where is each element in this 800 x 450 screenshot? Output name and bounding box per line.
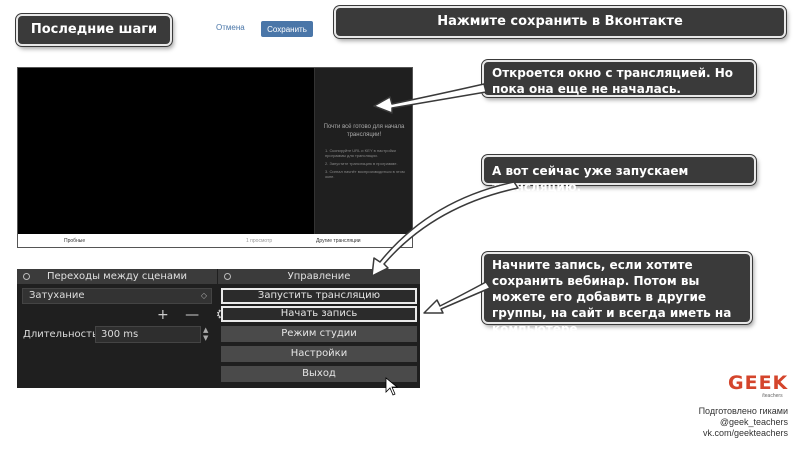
geek-logo: GEEK (728, 372, 789, 394)
vk-broadcast-window: Почти всё готово для начала трансляции! … (17, 67, 413, 248)
footer-left-link[interactable]: Пробные (64, 238, 85, 244)
step-1: 1. Скопируйте URL и KEY в настройки прог… (325, 148, 396, 158)
cancel-button[interactable]: Отмена (216, 23, 245, 32)
top-instruction: Нажмите сохранить в Вконтакте (334, 6, 786, 38)
step-2: 2. Запустите трансляцию в программе. (325, 161, 398, 166)
geek-logo-sub: /teachers (762, 393, 783, 399)
credits-line: @geek_teachers (719, 417, 788, 427)
transitions-header-label: Переходы между сценами (46, 271, 188, 282)
obs-panel: Переходы между сценами Управление Затуха… (17, 269, 420, 388)
controls-header-label: Управление (287, 271, 351, 282)
duration-input[interactable]: 300 ms (95, 326, 201, 343)
view-count: 1 просмотр (246, 238, 273, 244)
panel-title: Почти всё готово для начала трансляции! (323, 124, 405, 138)
transition-select[interactable]: Затухание ◇ (22, 288, 212, 304)
broadcast-footer: Пробные 1 просмотр Другие трансляции (18, 234, 412, 247)
step-3: 3. Сигнал начнёт воспроизводиться в этом… (325, 169, 405, 179)
broadcast-info-panel: Почти всё готово для начала трансляции! … (314, 68, 412, 236)
duration-stepper-icon[interactable]: ▲ ▼ (203, 326, 208, 342)
credits-line: Подготовлено гиками (698, 406, 788, 416)
dock-icon[interactable] (23, 273, 30, 280)
callout-start-stream: А вот сейчас уже запускаем трансляцию. (482, 155, 756, 194)
start-record-button[interactable]: Начать запись (221, 306, 417, 322)
start-stream-button[interactable]: Запустить трансляцию (221, 288, 417, 304)
studio-mode-button[interactable]: Режим студии (221, 326, 417, 342)
credits-line: vk.com/geekteachers (702, 428, 788, 438)
arrow-to-start-record (423, 281, 491, 314)
duration-label: Длительность (23, 329, 98, 340)
vk-dialog-buttons: Отмена Сохранить (196, 14, 320, 44)
settings-button[interactable]: Настройки (221, 346, 417, 362)
select-arrows-icon: ◇ (200, 291, 207, 300)
credits: Подготовлено гиками @geek_teachers vk.co… (699, 406, 788, 439)
slide-title: Последние шаги (16, 14, 172, 46)
controls-header: Управление (218, 269, 420, 284)
transitions-header: Переходы между сценами (17, 269, 217, 284)
dock-icon[interactable] (224, 273, 231, 280)
exit-button[interactable]: Выход (221, 366, 417, 382)
other-broadcasts-link[interactable]: Другие трансляции (316, 238, 361, 244)
transition-value: Затухание (29, 290, 85, 301)
callout-start-record: Начните запись, если хотите сохранить ве… (482, 252, 752, 336)
save-button[interactable]: Сохранить (261, 21, 313, 37)
callout-window-opens: Откроется окно с трансляцией. Но пока он… (482, 60, 756, 97)
